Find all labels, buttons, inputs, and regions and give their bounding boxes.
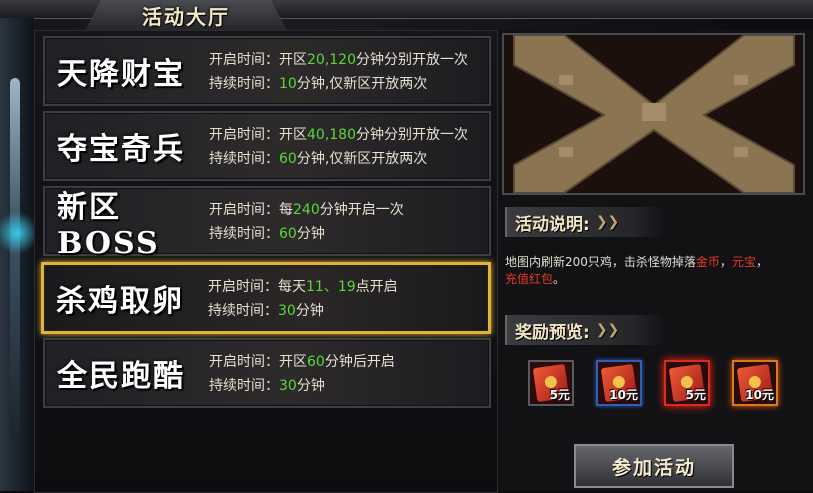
event-duration: 持续时间：30分钟 [209, 378, 325, 394]
join-activity-label: 参加活动 [611, 456, 696, 479]
description-header: 活动说明: ❯❯ [505, 207, 665, 237]
reward-item[interactable]: 5元 [664, 360, 710, 406]
event-open-time: 开启时间：开区20,120分钟分别开放一次 [209, 52, 468, 68]
event-item-boss[interactable]: 新区BOSS 开启时间：每240分钟开启一次 持续时间：60分钟 [43, 186, 491, 261]
description-title: 活动说明: [515, 214, 590, 235]
rewards-header: 奖励预览: ❯❯ [505, 315, 665, 345]
sword-decoration [0, 18, 34, 491]
description-text: 地图内刷新200只鸡，击杀怪物掉落金币，元宝， 充值红包。 [505, 255, 768, 286]
join-activity-button[interactable]: 参加活动 [574, 444, 734, 488]
arrow-icon: ❯❯ [595, 322, 620, 338]
map-icon [504, 35, 803, 193]
rewards-title: 奖励预览: [515, 322, 590, 343]
event-open-time: 开启时间：开区40,180分钟分别开放一次 [209, 127, 468, 143]
event-duration: 持续时间：60分钟 [209, 226, 325, 242]
reward-amount: 10元 [745, 388, 774, 402]
event-duration: 持续时间：60分钟,仅新区开放两次 [209, 151, 428, 167]
event-name: 夺宝奇兵 [57, 132, 185, 167]
event-name: 全民跑酷 [57, 359, 185, 394]
arrow-icon: ❯❯ [595, 214, 620, 230]
event-list: 天降财宝 开启时间：开区20,120分钟分别开放一次 持续时间：10分钟,仅新区… [34, 30, 498, 493]
event-name: 杀鸡取卵 [56, 284, 184, 319]
event-name: 新区BOSS [57, 189, 160, 261]
reward-amount: 10元 [609, 388, 638, 402]
event-item-tianjiang[interactable]: 天降财宝 开启时间：开区20,120分钟分别开放一次 持续时间：10分钟,仅新区… [43, 36, 491, 106]
glow-effect [0, 208, 34, 258]
window-title: 活动大厅 [142, 4, 230, 29]
event-map-image [502, 33, 805, 195]
event-duration: 持续时间：30分钟 [208, 303, 324, 319]
event-open-time: 开启时间：每240分钟开启一次 [209, 202, 404, 218]
event-open-time: 开启时间：每天11、19点开启 [208, 279, 398, 295]
reward-item[interactable]: 10元 [732, 360, 778, 406]
event-duration: 持续时间：10分钟,仅新区开放两次 [209, 76, 428, 92]
event-name: 天降财宝 [57, 57, 185, 92]
reward-amount: 5元 [685, 388, 706, 402]
event-item-paoku[interactable]: 全民跑酷 开启时间：开区60分钟后开启 持续时间：30分钟 [43, 338, 491, 408]
window-title-tab: 活动大厅 [85, 0, 287, 31]
event-open-time: 开启时间：开区60分钟后开启 [209, 354, 395, 370]
reward-amount: 5元 [549, 388, 570, 402]
sword-blade-icon [10, 78, 20, 438]
reward-item[interactable]: 10元 [596, 360, 642, 406]
event-item-duobao[interactable]: 夺宝奇兵 开启时间：开区40,180分钟分别开放一次 持续时间：60分钟,仅新区… [43, 111, 491, 181]
reward-item[interactable]: 5元 [528, 360, 574, 406]
event-item-shaji[interactable]: 杀鸡取卵 开启时间：每天11、19点开启 持续时间：30分钟 [41, 262, 491, 334]
